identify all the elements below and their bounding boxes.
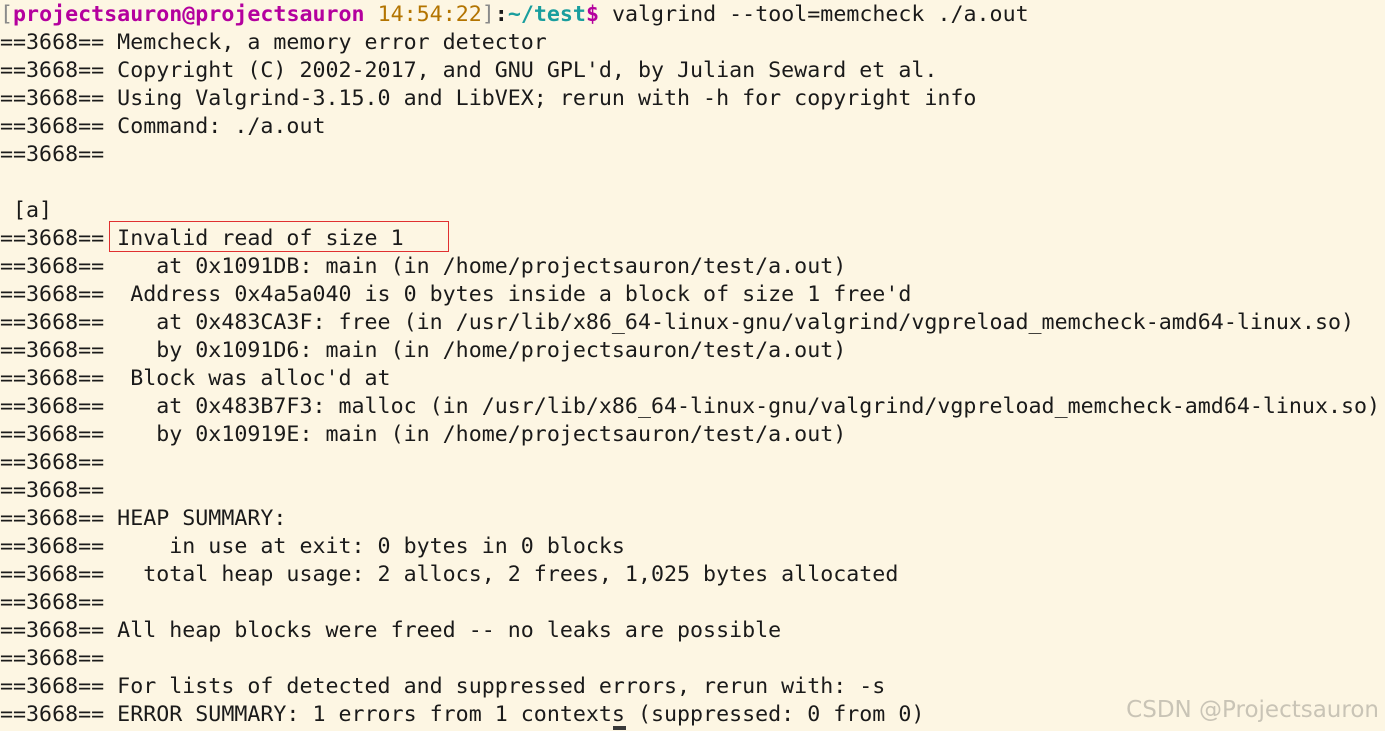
output-line: ==3668== total heap usage: 2 allocs, 2 f… [0, 562, 899, 587]
output-line: ==3668== [0, 450, 105, 475]
output-line: ==3668== at 0x483CA3F: free (in /usr/lib… [0, 310, 1355, 335]
output-line: ==3668== Using Valgrind-3.15.0 and LibVE… [0, 86, 977, 111]
output-line: ==3668== Invalid read of size 1 [0, 226, 404, 251]
prompt-dollar: $ [585, 2, 599, 27]
output-line: ==3668== HEAP SUMMARY: [0, 506, 287, 531]
prompt-time: 14:54:22 [377, 2, 482, 27]
output-lines: ==3668== Memcheck, a memory error detect… [0, 29, 1385, 729]
output-line: ==3668== Address 0x4a5a040 is 0 bytes in… [0, 282, 912, 307]
output-line: ==3668== Command: ./a.out [0, 114, 326, 139]
terminal-output[interactable]: [projectsauron@projectsauron 14:54:22]:~… [0, 1, 1385, 729]
output-line: ==3668== by 0x1091D6: main (in /home/pro… [0, 338, 847, 363]
output-line: ==3668== [0, 142, 105, 167]
output-line: ==3668== All heap blocks were freed -- n… [0, 618, 782, 643]
prompt-path: ~/test [507, 2, 586, 27]
prompt-open-bracket: [ [0, 2, 14, 27]
prompt-colon: : [494, 2, 508, 27]
output-line: ==3668== in use at exit: 0 bytes in 0 bl… [0, 534, 625, 559]
watermark: CSDN @Projectsauron [1126, 697, 1379, 723]
output-line: ==3668== Copyright (C) 2002-2017, and GN… [0, 58, 938, 83]
prompt-user-host: projectsauron@projectsauron [13, 2, 365, 27]
output-line: ==3668== Memcheck, a memory error detect… [0, 30, 547, 55]
output-line: ==3668== at 0x483B7F3: malloc (in /usr/l… [0, 394, 1381, 419]
output-line: ==3668== at 0x1091DB: main (in /home/pro… [0, 254, 847, 279]
output-line: ==3668== Block was alloc'd at [0, 366, 391, 391]
prompt-command: valgrind --tool=memcheck ./a.out [598, 2, 1029, 27]
output-line: ==3668== [0, 646, 105, 671]
output-line: ==3668== by 0x10919E: main (in /home/pro… [0, 422, 847, 447]
output-line: ==3668== [0, 590, 105, 615]
output-line: [a] [0, 198, 53, 223]
terminal-cursor [613, 726, 626, 730]
output-line: ==3668== [0, 478, 105, 503]
prompt-close-bracket: ] [481, 2, 495, 27]
prompt-line: [projectsauron@projectsauron 14:54:22]:~… [0, 1, 1385, 29]
